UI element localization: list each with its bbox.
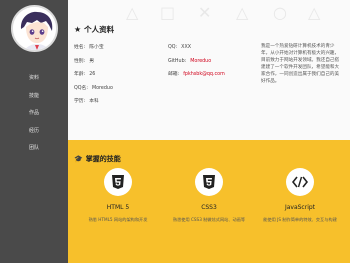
triangle-decoration: △ <box>308 3 321 22</box>
info-row-qq-name: QQ名: Moreduo <box>74 85 113 91</box>
star-icon: ★ <box>74 25 82 34</box>
skill-name: CSS3 <box>201 204 217 211</box>
skill-description: 熟悉使用 CSS3 制做炫式网站、动画等 <box>172 217 246 222</box>
css3-icon <box>195 168 223 196</box>
profile-contact-info: QQ: XXX GitHub: Moreduo 邮箱: fpkhsbk@qq.com <box>168 45 258 86</box>
skills-section: 🎓 掌握的技能 HTML 5 熟悉 HTML5 网站的架构和开发 CSS3 熟悉使… <box>68 140 350 263</box>
html5-icon <box>104 168 132 196</box>
profile-section: △ □ ✕ △ ○ △ ★ 个人资料 姓名: 陈小宝 性别: 男 年龄: 26 QQ名:… <box>68 0 350 140</box>
sidebar-item-experience[interactable]: 经历 <box>0 123 68 141</box>
github-link[interactable]: Moreduo <box>190 59 211 64</box>
sidebar-item-skills[interactable]: 技能 <box>0 88 68 106</box>
info-row-qq: QQ: XXX <box>168 45 192 50</box>
skill-name: JavaScript <box>284 204 316 211</box>
info-row-github: GitHub: Moreduo <box>168 58 212 64</box>
skill-card-css3: CSS3 熟悉使用 CSS3 制做炫式网站、动画等 <box>165 168 253 223</box>
info-row-email: 邮箱: fpkhsbk@qq.com <box>168 72 225 77</box>
triangle-decoration: △ <box>126 3 139 22</box>
avatar <box>11 5 58 52</box>
self-introduction: 我是一个热爱钻研计算机技术的青少年，从小开始对计算机有极大的兴趣，目前致力于网站… <box>261 44 340 84</box>
cross-decoration: ✕ <box>198 3 212 22</box>
info-row-education: 学历: 本科 <box>74 99 99 104</box>
javascript-icon <box>286 168 314 196</box>
info-row-age: 年龄: 26 <box>74 72 96 77</box>
skills-title: 🎓 掌握的技能 <box>74 155 121 163</box>
circle-decoration: ○ <box>273 3 287 22</box>
triangle-decoration: △ <box>236 3 249 22</box>
sidebar: 资料 技能 作品 经历 团队 <box>0 0 68 263</box>
skill-description: 能使用 JS 制作简单的特效、交互与构建 <box>263 217 337 222</box>
skill-name: HTML 5 <box>106 204 130 211</box>
info-row-gender: 性别: 男 <box>74 58 95 64</box>
graduation-cap-icon: 🎓 <box>74 155 83 163</box>
sidebar-item-team[interactable]: 团队 <box>0 140 68 158</box>
skill-card-html5: HTML 5 熟悉 HTML5 网站的架构和开发 <box>74 168 162 223</box>
skill-card-javascript: JavaScript 能使用 JS 制作简单的特效、交互与构建 <box>256 168 344 223</box>
profile-title: ★ 个人资料 <box>74 25 115 34</box>
sidebar-item-profile[interactable]: 资料 <box>0 70 68 88</box>
profile-basic-info: 姓名: 陈小宝 性别: 男 年龄: 26 QQ名: Moreduo 学历: 本科 <box>74 45 164 113</box>
skill-description: 熟悉 HTML5 网站的架构和开发 <box>88 217 148 222</box>
sidebar-nav: 资料 技能 作品 经历 团队 <box>0 70 68 158</box>
sidebar-item-works[interactable]: 作品 <box>0 105 68 123</box>
info-row-name: 姓名: 陈小宝 <box>74 45 104 50</box>
square-decoration: □ <box>160 3 176 22</box>
email-link[interactable]: fpkhsbk@qq.com <box>183 72 225 77</box>
